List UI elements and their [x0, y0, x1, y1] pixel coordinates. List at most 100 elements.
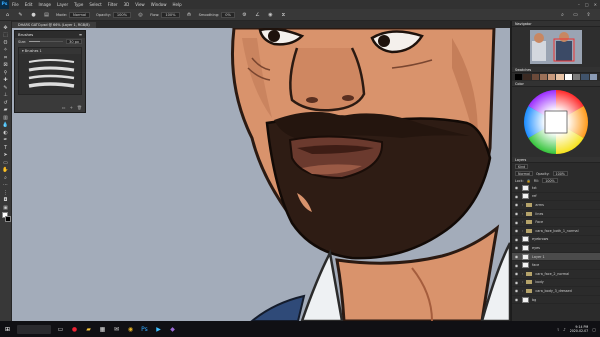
history-brush-icon[interactable]: ↺ [1, 99, 10, 107]
menu-edit[interactable]: Edit [22, 2, 36, 7]
healing-tool-icon[interactable]: ✚ [1, 77, 10, 85]
pen-tool-icon[interactable]: ✒ [1, 137, 10, 145]
brush-size-slider[interactable] [29, 40, 64, 43]
menu-type[interactable]: Type [71, 2, 86, 7]
flow-input[interactable]: 100% [161, 11, 180, 18]
minimize-button[interactable]: – [578, 2, 580, 7]
color-wheel[interactable] [512, 87, 600, 157]
color-swatch[interactable] [515, 74, 523, 80]
layer-row[interactable]: ◉ › cara_body_3_dressed [512, 287, 600, 296]
eye-icon[interactable]: ◉ [514, 254, 519, 259]
brush-tool-icon[interactable]: ✎ [17, 11, 24, 18]
menu-help[interactable]: Help [169, 2, 184, 7]
color-swatch[interactable] [531, 74, 539, 80]
screen-mode-icon[interactable]: ▣ [1, 204, 10, 212]
shape-tool-icon[interactable]: ▭ [1, 159, 10, 167]
color-swatch[interactable] [539, 74, 548, 80]
layer-row[interactable]: ◉ › cara_face_both_1_normal [512, 227, 600, 236]
layer-row[interactable]: ◉ eyes [512, 244, 600, 253]
chevron-right-icon[interactable]: › [522, 289, 523, 293]
color-swatch[interactable] [548, 74, 556, 80]
menu-select[interactable]: Select [86, 2, 104, 7]
share-icon[interactable]: ⇪ [585, 11, 592, 18]
menu-3d[interactable]: 3D [121, 2, 133, 7]
menu-filter[interactable]: Filter [105, 2, 121, 7]
color-swatch[interactable] [556, 74, 564, 80]
eye-icon[interactable]: ◉ [514, 220, 519, 225]
panel-menu-icon[interactable]: ≡ [79, 31, 82, 38]
color-swatch[interactable] [523, 74, 531, 80]
store-icon[interactable]: ▦ [98, 325, 107, 334]
menu-window[interactable]: Window [148, 2, 170, 7]
layer-row[interactable]: ◉ › body [512, 279, 600, 288]
eye-icon[interactable]: ◉ [514, 194, 519, 199]
airbrush-icon[interactable]: ⟰ [186, 11, 193, 18]
layer-row[interactable]: ◉ Layer 1 [512, 252, 600, 262]
eyedropper-tool-icon[interactable]: ⚲ [1, 69, 10, 77]
brushes-panel-header[interactable]: Brushes ≡ [15, 31, 85, 38]
stamp-tool-icon[interactable]: ⊥ [1, 92, 10, 100]
crop-tool-icon[interactable]: ⌗ [1, 54, 10, 62]
frame-tool-icon[interactable]: ⊠ [1, 62, 10, 70]
more-tools-icon[interactable]: ⋯ [1, 182, 10, 190]
eye-icon[interactable]: ◉ [514, 202, 519, 207]
blend-mode-select[interactable]: Normal [515, 171, 533, 176]
brush-preview[interactable] [28, 74, 75, 80]
color-swatch[interactable] [581, 74, 589, 80]
layer-row[interactable]: ◉ › lines [512, 210, 600, 219]
trash-icon[interactable]: 🗑 [77, 105, 82, 110]
quick-select-tool-icon[interactable]: ✧ [1, 47, 10, 55]
chevron-right-icon[interactable]: › [522, 229, 523, 233]
layer-row[interactable]: ◉ face [512, 261, 600, 270]
hand-tool-icon[interactable]: ✋ [1, 167, 10, 175]
taskbar-search-box[interactable] [17, 324, 51, 334]
eye-icon[interactable]: ◉ [514, 211, 519, 216]
pressure-size-icon[interactable]: ◉ [267, 11, 274, 18]
lock-icon[interactable]: 🔒 [527, 179, 531, 183]
color-swatch[interactable] [573, 74, 581, 80]
marquee-tool-icon[interactable]: ⬚ [1, 32, 10, 40]
windows-start-icon[interactable]: ⊞ [3, 325, 12, 334]
close-button[interactable]: ✕ [594, 2, 597, 7]
chevron-right-icon[interactable]: › [522, 272, 523, 276]
edit-toolbar-icon[interactable]: ⋮ [1, 189, 10, 197]
eye-icon[interactable]: ◉ [514, 237, 519, 242]
layer-opacity-input[interactable]: 100% [552, 171, 568, 176]
layer-row[interactable]: ◉ bg [512, 296, 600, 305]
eye-icon[interactable]: ◉ [514, 280, 519, 285]
pressure-opacity-icon[interactable]: ◎ [137, 11, 144, 18]
menu-layer[interactable]: Layer [54, 2, 71, 7]
media-app-icon[interactable]: ▶ [154, 325, 163, 334]
workspace-icon[interactable]: ▭ [572, 11, 579, 18]
mail-icon[interactable]: ✉ [112, 325, 121, 334]
eye-icon[interactable]: ◉ [514, 288, 519, 293]
brush-tool-icon[interactable]: ✎ [1, 84, 10, 92]
lasso-tool-icon[interactable]: ʘ [1, 39, 10, 47]
angle-icon[interactable]: ∠ [254, 11, 261, 18]
color-swatch[interactable] [589, 74, 597, 80]
notifications-icon[interactable]: ▢ [592, 327, 596, 332]
layer-row[interactable]: ◉ ref [512, 193, 600, 202]
layer-row[interactable]: ◉ txt [512, 184, 600, 193]
chevron-right-icon[interactable]: › [522, 280, 523, 284]
gradient-tool-icon[interactable]: ▥ [1, 114, 10, 122]
path-select-tool-icon[interactable]: ➤ [1, 152, 10, 160]
color-swatch[interactable] [564, 74, 573, 80]
home-icon[interactable]: ⌂ [4, 11, 11, 18]
background-color-swatch[interactable] [5, 216, 11, 222]
menu-image[interactable]: Image [35, 2, 54, 7]
search-icon[interactable]: ⌕ [559, 11, 566, 18]
blur-tool-icon[interactable]: 💧 [1, 122, 10, 130]
eye-icon[interactable]: ◉ [514, 297, 519, 302]
volume-icon[interactable]: ♪ [563, 327, 566, 332]
zoom-tool-icon[interactable]: ⌕ [1, 174, 10, 182]
eye-icon[interactable]: ◉ [514, 245, 519, 250]
brush-settings-icon[interactable]: ▤ [43, 11, 50, 18]
chrome-icon[interactable]: ◉ [126, 325, 135, 334]
explorer-icon[interactable]: ▰ [84, 325, 93, 334]
layer-row[interactable]: ◉ › Face [512, 218, 600, 227]
photoshop-taskbar-icon[interactable]: Ps [140, 325, 149, 334]
eye-icon[interactable]: ◉ [514, 271, 519, 276]
layer-row[interactable]: ◉ eyebrows [512, 236, 600, 245]
task-view-icon[interactable]: ▭ [56, 325, 65, 334]
